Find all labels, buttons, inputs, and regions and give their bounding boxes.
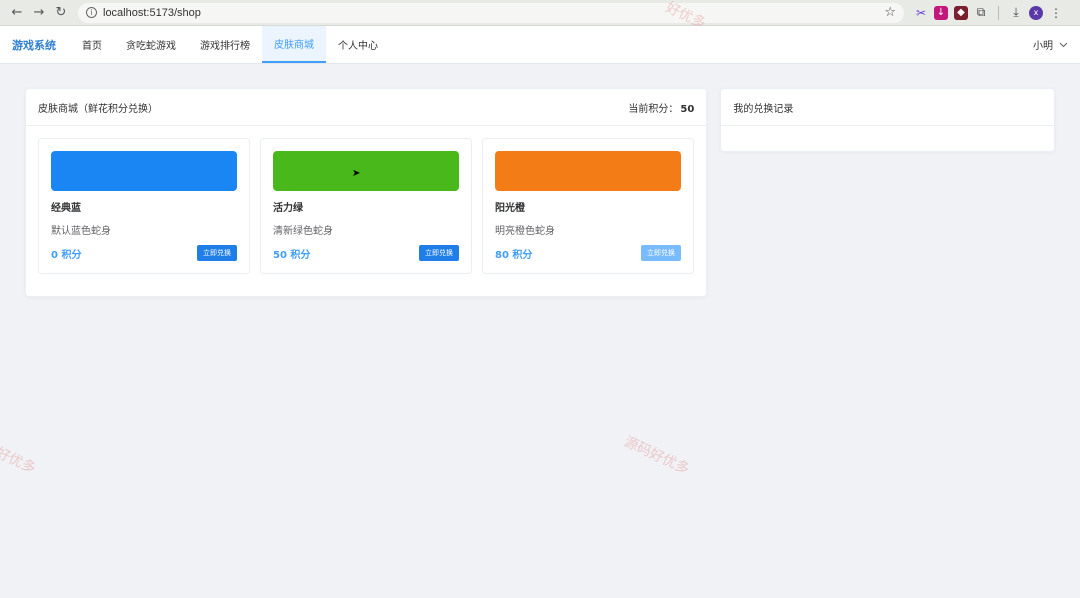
mouse-cursor-icon: ➤ [352,168,361,179]
reload-icon[interactable]: ↻ [50,2,72,24]
extension-icon[interactable]: ◆ [954,5,968,20]
skin-name: 阳光橙 [495,203,525,214]
nav-skin-shop[interactable]: 皮肤商城 [262,26,326,63]
skin-card-orange: 阳光橙 明亮橙色蛇身 80 积分 立即兑换 [482,138,694,274]
nav-home[interactable]: 首页 [70,26,114,63]
skin-footer: 0 积分 立即兑换 [51,245,237,261]
watermark: 好优多 [0,444,38,478]
records-title: 我的兑换记录 [733,103,794,115]
site-info-icon[interactable]: i [86,7,97,18]
watermark: 源码好优多 [621,433,692,478]
back-icon[interactable]: ← [6,2,28,24]
skin-price: 0 积分 [51,249,82,261]
redeem-button[interactable]: 立即兑换 [197,245,237,261]
skin-list: 经典蓝 默认蓝色蛇身 0 积分 立即兑换 活力绿 清新绿色蛇身 50 积分 立即… [26,126,706,296]
skin-description: 默认蓝色蛇身 [51,226,111,237]
skin-footer: 50 积分 立即兑换 [273,245,459,261]
address-bar[interactable]: i localhost:5173/shop ☆ [78,2,904,23]
skin-swatch [273,151,459,191]
skin-card-green: 活力绿 清新绿色蛇身 50 积分 立即兑换 [260,138,472,274]
user-menu[interactable]: 小明 [1033,26,1080,63]
skin-description: 明亮橙色蛇身 [495,226,555,237]
points-label: 当前积分： [628,103,679,115]
brand-logo[interactable]: 游戏系统 [12,26,56,63]
skin-price: 80 积分 [495,249,533,261]
nav-snake-game[interactable]: 贪吃蛇游戏 [114,26,188,63]
browser-toolbar: ← → ↻ i localhost:5173/shop ☆ ✂ ↓ ◆ ⧉ ⤓ … [0,0,1080,26]
skin-swatch [495,151,681,191]
skin-name: 活力绿 [273,203,303,214]
puzzle-icon[interactable]: ⧉ [974,5,988,20]
redeem-button[interactable]: 立即兑换 [419,245,459,261]
points-value: 50 [680,103,695,115]
downloads-icon[interactable]: ⤓ [1009,5,1023,20]
skin-name: 经典蓝 [51,203,81,214]
menu-icon[interactable]: ⋮ [1049,6,1063,20]
user-name: 小明 [1033,41,1053,52]
scissors-icon[interactable]: ✂ [914,6,928,20]
bookmark-star-icon[interactable]: ☆ [884,5,896,20]
forward-icon[interactable]: → [28,2,50,24]
nav-profile[interactable]: 个人中心 [326,26,390,63]
url-text[interactable]: localhost:5173/shop [103,7,884,19]
profile-avatar[interactable]: x [1029,5,1043,20]
records-header: 我的兑换记录 [721,89,1054,126]
chevron-down-icon [1059,42,1068,47]
skin-price: 50 积分 [273,249,311,261]
points-display: 当前积分： 50 [628,100,694,115]
toolbar-divider [998,5,999,20]
nav-leaderboard[interactable]: 游戏排行榜 [188,26,262,63]
extensions-area: ✂ ↓ ◆ ⧉ ⤓ x ⋮ [914,5,1063,20]
skin-swatch [51,151,237,191]
app-navbar: 游戏系统 首页 贪吃蛇游戏 游戏排行榜 皮肤商城 个人中心 小明 [0,26,1080,64]
skin-card-blue: 经典蓝 默认蓝色蛇身 0 积分 立即兑换 [38,138,250,274]
records-empty-body [721,126,1054,151]
shop-header: 皮肤商城（鲜花积分兑换） 当前积分： 50 [26,89,707,126]
redeem-button-disabled[interactable]: 立即兑换 [641,245,681,261]
redeem-records-card: 我的兑换记录 [720,88,1055,152]
skin-description: 清新绿色蛇身 [273,226,333,237]
shop-title: 皮肤商城（鲜花积分兑换） [38,103,158,115]
main-content: 皮肤商城（鲜花积分兑换） 当前积分： 50 经典蓝 默认蓝色蛇身 0 积分 立即兑… [25,88,1055,297]
download-extension-icon[interactable]: ↓ [934,5,948,20]
skin-shop-card: 皮肤商城（鲜花积分兑换） 当前积分： 50 经典蓝 默认蓝色蛇身 0 积分 立即兑… [25,88,708,297]
skin-footer: 80 积分 立即兑换 [495,245,681,261]
